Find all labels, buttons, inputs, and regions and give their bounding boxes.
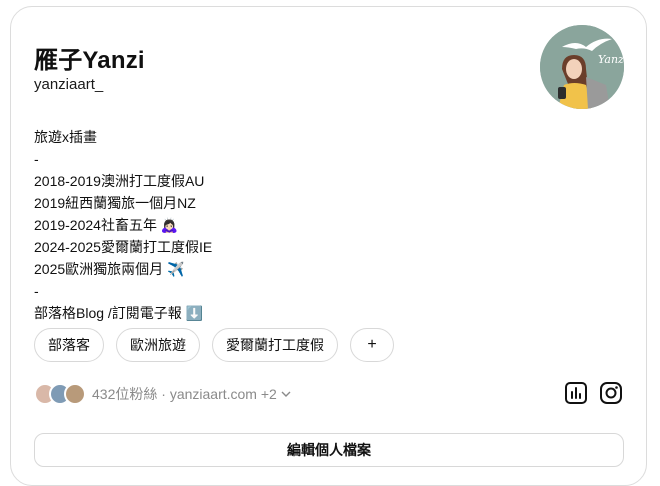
edit-profile-button[interactable]: 編輯個人檔案 (34, 433, 624, 467)
tag-blogger[interactable]: 部落客 (34, 328, 104, 362)
followers-count[interactable]: 432位粉絲 (92, 386, 157, 402)
bar-chart-icon (565, 382, 587, 404)
display-name: 雁子Yanzi (34, 47, 145, 74)
followers-text[interactable]: 432位粉絲 · yanziaart.com +2 (92, 384, 277, 404)
separator: · (161, 386, 166, 402)
bio-line: - (34, 283, 39, 299)
bio-link-line[interactable]: 部落格Blog /訂閱電子報 ⬇️ (34, 302, 212, 324)
website-link[interactable]: yanziaart.com (170, 386, 257, 402)
add-tag-button[interactable]: + (350, 328, 394, 362)
follower-avatar (64, 383, 86, 405)
tag-ireland-working-holiday[interactable]: 愛爾蘭打工度假 (212, 328, 338, 362)
followers-row[interactable]: 432位粉絲 · yanziaart.com +2 (34, 383, 291, 405)
chevron-down-icon[interactable] (281, 389, 291, 399)
avatar[interactable]: Yanzi (540, 25, 624, 109)
avatar-logo-text: Yanzi (598, 53, 624, 66)
bio-line: 2025歐洲獨旅兩個月 ✈️ (34, 261, 185, 277)
instagram-icon (600, 382, 622, 404)
instagram-button[interactable] (598, 380, 624, 406)
more-links[interactable]: +2 (261, 386, 277, 402)
tag-europe-travel[interactable]: 歐洲旅遊 (116, 328, 200, 362)
bio-line: 旅遊x插畫 (34, 129, 97, 145)
bio-line: 2019紐西蘭獨旅一個月NZ (34, 195, 196, 211)
bio-line: 2018-2019澳洲打工度假AU (34, 173, 205, 189)
insights-button[interactable] (563, 380, 589, 406)
highlight-tags: 部落客 歐洲旅遊 愛爾蘭打工度假 + (34, 328, 394, 362)
username[interactable]: yanziaart_ (34, 76, 103, 93)
bio: 旅遊x插畫 - 2018-2019澳洲打工度假AU 2019紐西蘭獨旅一個月NZ… (34, 126, 212, 324)
bio-line: - (34, 151, 39, 167)
bio-line: 2019-2024社畜五年 🙇🏻‍♀️ (34, 217, 179, 233)
bio-line: 2024-2025愛爾蘭打工度假IE (34, 239, 213, 255)
avatar-illustration: Yanzi (540, 25, 624, 109)
